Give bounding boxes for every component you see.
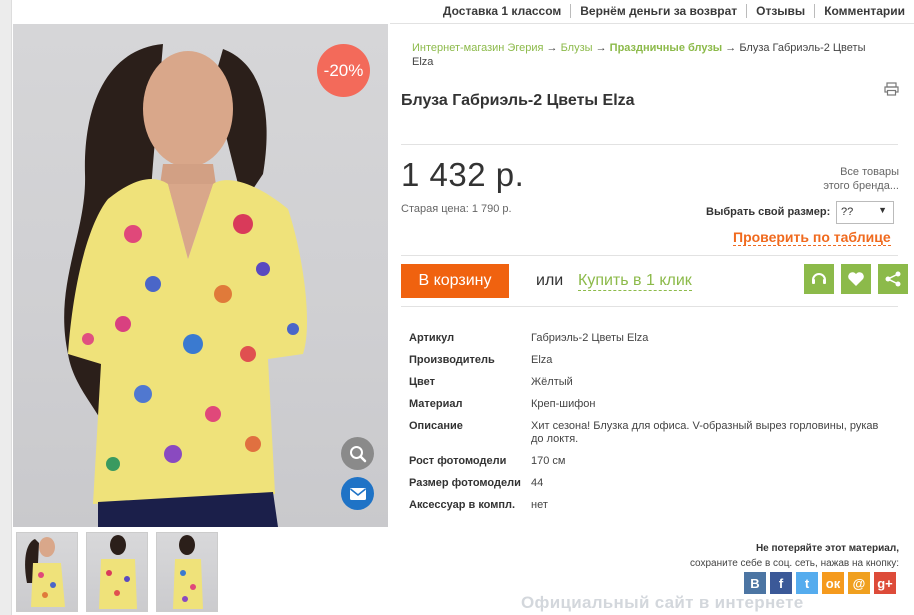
current-price: 1 432 р. bbox=[401, 156, 525, 193]
size-label: Выбрать свой размер: bbox=[706, 206, 831, 218]
spec-key-model-height: Рост фотомодели bbox=[409, 455, 507, 467]
thumbnail-image bbox=[99, 535, 137, 609]
breadcrumb-festive-blouses[interactable]: Праздничные блузы bbox=[610, 42, 723, 54]
size-table-link[interactable]: Проверить по таблице bbox=[733, 229, 891, 246]
price-divider bbox=[401, 255, 898, 256]
size-select-value: ?? bbox=[841, 206, 854, 218]
old-price: Старая цена: 1 790 р. bbox=[401, 203, 512, 215]
spec-value-description: Хит сезона! Блузка для офиса. V-образный… bbox=[531, 420, 879, 445]
all-goods-line-1: Все товары bbox=[840, 166, 899, 178]
breadcrumb-separator: → bbox=[546, 42, 558, 54]
or-text: или bbox=[536, 272, 564, 289]
spec-key-article: Артикул bbox=[409, 332, 455, 344]
all-brand-goods-link[interactable]: Все товары этого бренда... bbox=[823, 165, 899, 193]
add-to-cart-button[interactable]: В корзину bbox=[401, 264, 509, 298]
discount-badge: -20% bbox=[317, 44, 370, 97]
twitter-share-button[interactable]: t bbox=[796, 572, 818, 594]
vk-icon: В bbox=[750, 575, 760, 591]
headset-icon bbox=[812, 273, 826, 284]
email-share-button[interactable] bbox=[341, 477, 374, 510]
breadcrumb-separator: → bbox=[725, 42, 737, 54]
nav-delivery[interactable]: Доставка 1 классом bbox=[434, 4, 572, 18]
favorite-button[interactable] bbox=[841, 264, 871, 294]
spec-value-color: Жёлтый bbox=[531, 376, 573, 388]
thumbnail-1[interactable] bbox=[16, 532, 78, 612]
spec-value-material: Креп-шифон bbox=[531, 398, 596, 410]
print-button[interactable] bbox=[884, 82, 899, 101]
all-goods-line-2: этого бренда... bbox=[823, 180, 899, 192]
actions-divider bbox=[401, 306, 898, 307]
spec-value-model-size: 44 bbox=[531, 477, 544, 489]
breadcrumb-separator: → bbox=[595, 42, 607, 54]
facebook-icon: f bbox=[778, 575, 784, 591]
spec-key-description: Описание bbox=[409, 420, 463, 432]
share-note-title: Не потеряйте этот материал, bbox=[755, 543, 899, 554]
breadcrumb-blouses[interactable]: Блузы bbox=[561, 42, 593, 54]
share-note: Не потеряйте этот материал, сохраните се… bbox=[690, 541, 899, 571]
mailru-share-button[interactable]: @ bbox=[848, 572, 870, 594]
model-illustration bbox=[64, 44, 308, 527]
mailru-icon: @ bbox=[852, 575, 866, 591]
nav-reviews[interactable]: Отзывы bbox=[747, 4, 816, 18]
watermark: Официальный сайт в интернете Siteofficia… bbox=[521, 593, 804, 615]
share-note-text: сохраните себе в соц. сеть, нажав на кно… bbox=[689, 558, 899, 569]
spec-key-model-size: Размер фотомодели bbox=[409, 477, 521, 489]
breadcrumb-current: Блуза Габриэль-2 Цветы bbox=[739, 42, 866, 54]
breadcrumb-current-tail: Elza bbox=[412, 56, 434, 68]
magnifier-icon bbox=[349, 445, 366, 462]
spec-value-accessory: нет bbox=[531, 499, 548, 511]
zoom-button[interactable] bbox=[341, 437, 374, 470]
spec-value-model-height: 170 см bbox=[531, 455, 566, 467]
printer-icon bbox=[884, 82, 899, 96]
twitter-icon: t bbox=[804, 575, 810, 591]
spec-key-material: Материал bbox=[409, 398, 463, 410]
spec-key-accessory: Аксессуар в компл. bbox=[409, 499, 516, 511]
nav-refund[interactable]: Вернём деньги за возврат bbox=[571, 4, 748, 18]
nav-divider bbox=[390, 23, 914, 24]
title-divider bbox=[401, 144, 898, 145]
breadcrumb: Интернет-магазин Эгерия → Блузы → Праздн… bbox=[412, 41, 892, 69]
support-button[interactable] bbox=[804, 264, 834, 294]
thumbnail-image bbox=[173, 535, 203, 609]
spec-key-color: Цвет bbox=[409, 376, 436, 388]
top-navigation: Доставка 1 классом Вернём деньги за возв… bbox=[434, 0, 908, 22]
thumbnail-image bbox=[25, 537, 65, 607]
spec-value-article: Габриэль-2 Цветы Elza bbox=[531, 332, 649, 344]
vk-share-button[interactable]: В bbox=[744, 572, 766, 594]
envelope-icon bbox=[349, 487, 366, 500]
odnoklassniki-share-button[interactable]: ок bbox=[822, 572, 844, 594]
googleplus-share-button[interactable]: g+ bbox=[874, 572, 896, 594]
spec-value-manufacturer: Elza bbox=[531, 354, 553, 366]
googleplus-icon: g+ bbox=[877, 575, 893, 591]
product-main-photo[interactable] bbox=[13, 24, 388, 527]
thumbnail-2[interactable] bbox=[86, 532, 148, 612]
nav-comments[interactable]: Комментарии bbox=[815, 4, 908, 18]
heart-icon bbox=[848, 272, 864, 286]
product-title: Блуза Габриэль-2 Цветы Elza bbox=[401, 92, 635, 109]
size-select[interactable]: ?? ▼ bbox=[836, 201, 894, 224]
thumbnail-3[interactable] bbox=[156, 532, 218, 612]
left-edge-strip bbox=[0, 0, 12, 615]
share-icon bbox=[885, 271, 901, 287]
chevron-down-icon: ▼ bbox=[878, 205, 887, 215]
share-button[interactable] bbox=[878, 264, 908, 294]
buy-one-click-link[interactable]: Купить в 1 клик bbox=[578, 272, 692, 291]
breadcrumb-shop[interactable]: Интернет-магазин Эгерия bbox=[412, 42, 543, 54]
facebook-share-button[interactable]: f bbox=[770, 572, 792, 594]
odnoklassniki-icon: ок bbox=[825, 575, 841, 591]
spec-key-manufacturer: Производитель bbox=[409, 354, 495, 366]
